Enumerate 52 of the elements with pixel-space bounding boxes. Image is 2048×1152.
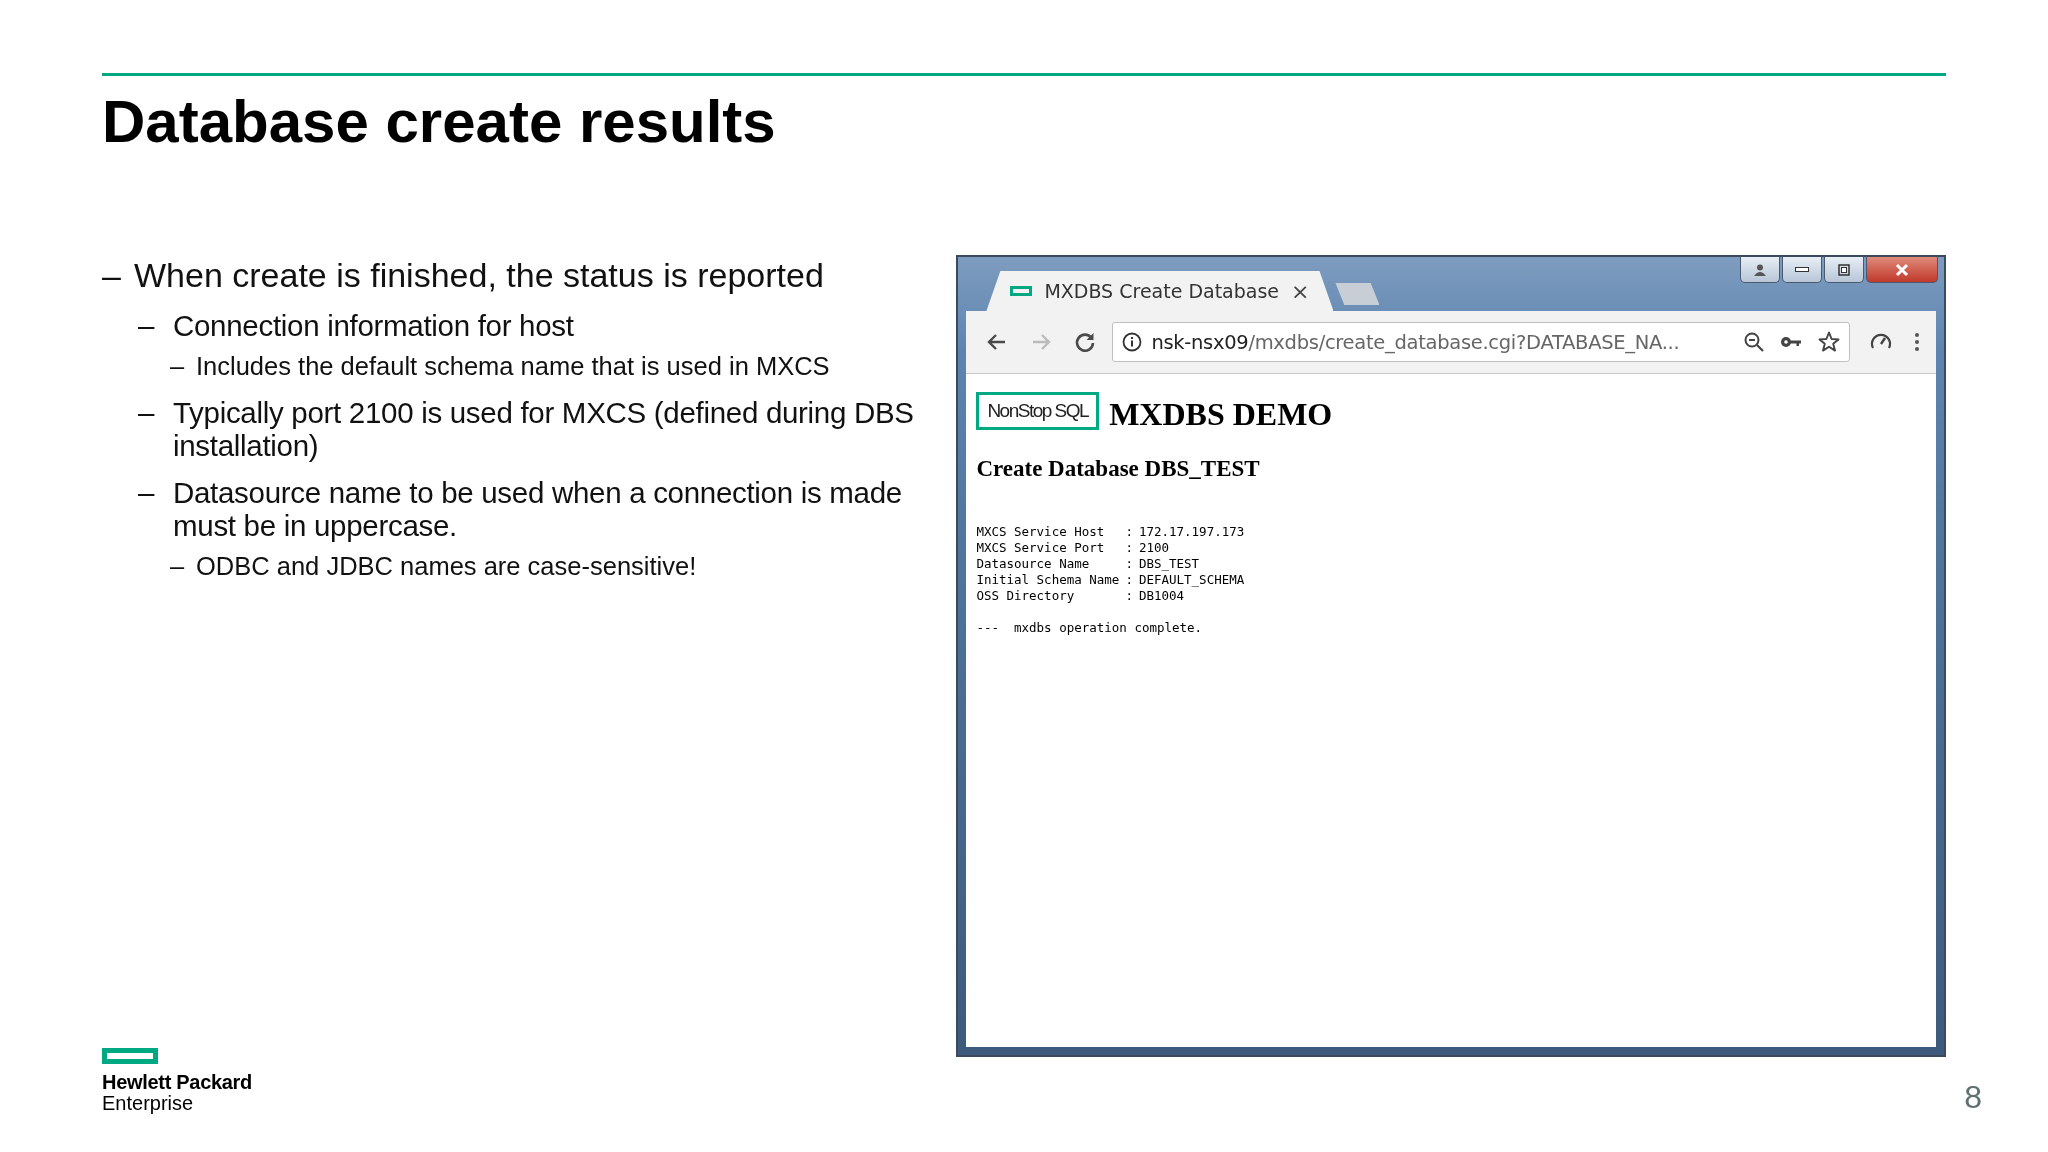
info-separator: :	[1125, 556, 1133, 572]
info-icon	[1121, 331, 1144, 353]
bullet-dash: –	[138, 396, 156, 431]
bullet-text: Datasource name to be used when a connection is made must be in uppercase.	[173, 476, 903, 542]
status-message: --- mxdbs operation complete.	[976, 620, 1204, 635]
info-value: DBS_TEST	[1138, 556, 1201, 572]
close-button[interactable]	[1866, 257, 1938, 283]
page-number: 8	[1964, 1079, 1982, 1116]
bullet-dash: –	[170, 351, 186, 382]
info-separator: :	[1125, 540, 1133, 556]
address-bar[interactable]: nsk-nsx09/mxdbs/create_database.cgi?DATABASE_NA...	[1112, 322, 1850, 362]
bullet-text: ODBC and JDBC names are case-sensitive!	[196, 551, 697, 582]
bullet-text: Typically port 2100 is used for MXCS (defined during DBS installation)	[173, 396, 915, 462]
company-name: Hewlett Packard	[102, 1072, 252, 1093]
info-separator: :	[1125, 524, 1133, 540]
bullet-dash: –	[138, 476, 156, 511]
info-value: DEFAULT_SCHEMA	[1138, 572, 1245, 588]
profile-button[interactable]	[1740, 257, 1780, 283]
nonstop-sql-logo: NonStop SQL	[976, 392, 1100, 430]
info-label: MXCS Service Port	[976, 540, 1106, 556]
page-subheading: Create Database DBS_TEST	[976, 456, 1261, 482]
slide-title: Database create results	[102, 87, 777, 157]
tab-close-button[interactable]: ×	[1291, 278, 1310, 304]
bullet-dash: –	[138, 309, 156, 342]
url-text: nsk-nsx09/mxdbs/create_database.cgi?DATABASE_NA...	[1151, 330, 1681, 354]
info-value: DB1004	[1138, 588, 1186, 604]
browser-tab[interactable]: MXDBS Create Database ×	[986, 271, 1334, 311]
info-value: 2100	[1138, 540, 1170, 556]
page-heading: MXDBS DEMO	[1109, 398, 1333, 430]
info-separator: :	[1125, 572, 1133, 588]
maximize-button[interactable]	[1824, 257, 1864, 283]
bullet-text: When create is finished, the status is reported	[134, 255, 824, 295]
minimize-button[interactable]	[1782, 257, 1822, 283]
info-label: Initial Schema Name	[976, 572, 1120, 588]
bullet-dash: –	[170, 551, 186, 582]
rectangle-logo-icon	[102, 1048, 158, 1064]
info-value: 172.17.197.173	[1138, 524, 1245, 540]
company-division: Enterprise	[102, 1093, 194, 1114]
person-icon	[1753, 262, 1767, 277]
info-label: MXCS Service Host	[976, 524, 1106, 540]
info-separator: :	[1125, 588, 1133, 604]
star-icon[interactable]	[1817, 330, 1841, 354]
zoom-out-icon[interactable]	[1743, 331, 1765, 353]
info-label: OSS Directory	[976, 588, 1076, 604]
bullet-dash: –	[102, 255, 122, 295]
minimize-icon	[1795, 267, 1809, 272]
info-label: Datasource Name	[976, 556, 1091, 572]
maximize-icon	[1837, 263, 1851, 276]
close-icon	[1894, 262, 1910, 277]
bullet-text: Connection information for host	[173, 309, 574, 342]
bullet-text: Includes the default schema name that is used in MXCS	[196, 351, 830, 382]
rectangle-icon	[1010, 286, 1033, 296]
